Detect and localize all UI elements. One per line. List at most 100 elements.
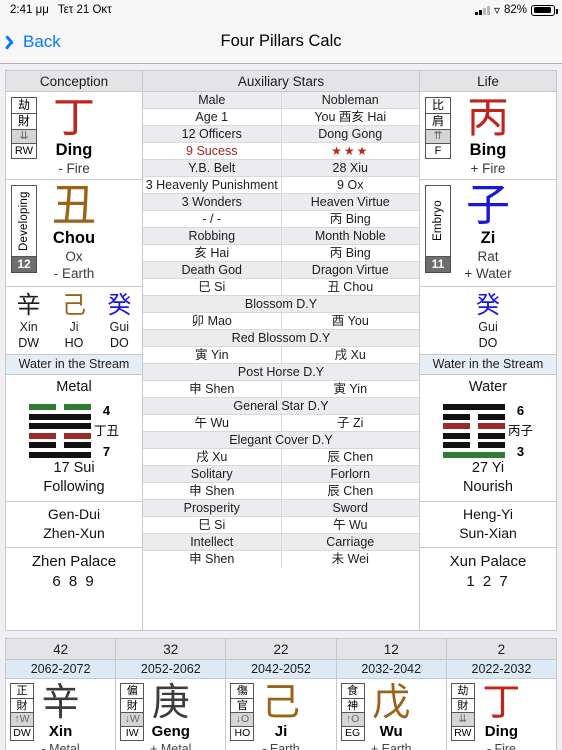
conception-branch-cell[interactable]: Developing 12 丑 Chou Ox - Earth (6, 180, 142, 287)
ten-god-char-2: 財 (11, 113, 37, 130)
life-stem-cell[interactable]: 比 肩 ⇈ F 丙 Bing + Fire (420, 92, 556, 180)
auxiliary-star-row: Red Blossom D.Y (143, 330, 419, 347)
luck-pillar[interactable]: 22022-2032劫財⇊RW丁Ding- FireExhausting10亥H… (446, 639, 557, 750)
luck-pillar-age: 12 (336, 639, 446, 660)
auxiliary-star-row: 12 Officers Dong Gong (143, 126, 419, 143)
auxiliary-star-right: 子 Zi (280, 415, 420, 431)
hidden-stem-char: 癸 (476, 291, 500, 319)
auxiliary-star-title: Post Horse D.Y (237, 365, 325, 379)
hexagram-line-solid (28, 451, 91, 458)
hexagram-meaning: Following (43, 478, 105, 495)
life-branch-cell[interactable]: Embryo 11 子 Zi Rat + Water (420, 180, 556, 287)
auxiliary-star-right: 辰 Chen (280, 449, 420, 465)
luck-pillar[interactable]: 222042-2052傷官↓OHO己Ji- EarthDeveloping12丑… (226, 639, 337, 750)
cellular-signal-icon (475, 5, 490, 15)
auxiliary-star-right: 酉 You (280, 313, 420, 329)
ten-god-char-1: 傷 (230, 683, 255, 699)
luck-pillar[interactable]: 122032-2042食神↑OEG戊Wu+ EarthEmbryo11子Zi (336, 639, 447, 750)
auxiliary-star-row: Death God Dragon Virtue (143, 262, 419, 279)
hexagram-top-number: 4 (102, 402, 111, 418)
luck-pillar-stem-cell[interactable]: 劫財 ⇊ RW 丁 Ding - Fire (447, 679, 556, 750)
luck-pillar[interactable]: 322052-2062偏財↓WIW庚Geng+ MetalBirth1寅Yin (116, 639, 227, 750)
luck-pillar-stem-badges: 劫財 ⇊ RW (450, 683, 475, 741)
hexagram-line-broken (442, 442, 505, 448)
auxiliary-star-row: 申 Shen 寅 Yin (143, 381, 419, 398)
ten-god-char-2: 肩 (425, 113, 451, 130)
ten-god-char-2: 官 (230, 697, 255, 713)
auxiliary-star-right: Nobleman (280, 92, 420, 108)
auxiliary-star-row: General Star D.Y (143, 398, 419, 415)
auxiliary-star-title: General Star D.Y (233, 399, 329, 413)
hexagram-line-segment (63, 404, 91, 410)
ten-god-code: DW (10, 726, 34, 741)
conception-hidden-stems: 辛 Xin DW 己 Ji HO 癸 Gui DO (6, 287, 142, 355)
strength-arrow-icon: ⇈ (425, 129, 451, 144)
auxiliary-star-left: 巳 Si (198, 280, 226, 294)
hexagram-line-segment (28, 423, 91, 429)
auxiliary-star-right: 9 Ox (280, 177, 420, 193)
auxiliary-star-right: 辰 Chen (280, 483, 420, 499)
hexagram-line-segment (442, 442, 470, 448)
back-button[interactable]: Back (0, 32, 61, 52)
hidden-stem-roman: Gui (109, 320, 130, 334)
auxiliary-star-left: 申 Shen (189, 382, 235, 396)
hexagram-line-segment (28, 413, 91, 420)
auxiliary-star-left: Robbing (188, 229, 236, 243)
conception-stem-cell[interactable]: 劫 財 ⇊ RW 丁 Ding - Fire (6, 92, 142, 180)
hexagram-mid-chars: 丙子 (507, 423, 533, 439)
luck-pillar-age: 22 (226, 639, 336, 660)
auxiliary-star-left: Y.B. Belt (188, 161, 236, 175)
conception-hexagram[interactable]: Metal 4 丁丑 7 17 Sui Following (6, 375, 142, 502)
life-hexagram[interactable]: Water 6 丙子 3 27 Yi Nourish (420, 375, 556, 502)
hexagram-line-broken (442, 413, 505, 420)
auxiliary-star-right: 未 Wei (280, 551, 420, 568)
ten-god-char-2: 財 (120, 697, 145, 713)
hidden-stem-code: DO (478, 336, 498, 350)
strength-arrow-icon: ↑W (10, 712, 34, 727)
conception-branch-badges: Developing 12 (11, 185, 37, 273)
hexagram-line-segment (442, 404, 505, 410)
luck-pillar-stem-cell[interactable]: 正財 ↑W DW 辛 Xin - Metal (6, 679, 115, 750)
hexagram-line-segment (28, 451, 91, 458)
auxiliary-star-right: Sword (280, 500, 420, 516)
hexagram-line-solid (442, 451, 505, 458)
luck-pillar[interactable]: 422062-2072正財↑WDW辛Xin- MetalBathing2卯Mao (6, 639, 117, 750)
auxiliary-star-row: Intellect Carriage (143, 534, 419, 551)
auxiliary-star-right: Dragon Virtue (280, 262, 420, 278)
hidden-stem-char: 己 (61, 291, 86, 319)
status-time: 2:41 μμ (10, 4, 49, 16)
life-stem-badges: 比 肩 ⇈ F (425, 97, 451, 159)
pillars-board: Conception 劫 財 ⇊ RW 丁 Ding - Fire Develo… (0, 64, 562, 631)
life-hidden-stems: 癸 Gui DO (420, 287, 556, 355)
hexagram-line-segment (442, 423, 470, 429)
page-title: Four Pillars Calc (220, 32, 342, 50)
auxiliary-star-left: Prosperity (183, 501, 240, 515)
auxiliary-star-row: 申 Shen 未 Wei (143, 551, 419, 568)
ten-god-code: RW (450, 726, 475, 741)
auxiliary-star-right: ★★★ (280, 143, 420, 159)
hexagram-line-segment (28, 404, 56, 410)
luck-pillar-stem-cell[interactable]: 食神 ↑O EG 戊 Wu + Earth (337, 679, 446, 750)
luck-pillar-stem-cell[interactable]: 傷官 ↓O HO 己 Ji - Earth (226, 679, 335, 750)
conception-nayin: Water in the Stream (6, 355, 142, 375)
luck-pillar-stem-element: + Metal (150, 742, 192, 750)
auxiliary-star-left: Male (198, 93, 226, 107)
strength-arrow-icon: ⇊ (11, 129, 37, 144)
ten-god-code: EG (340, 726, 365, 741)
auxiliary-star-left: Intellect (190, 535, 234, 549)
luck-pillar-stem-cell[interactable]: 偏財 ↓W IW 庚 Geng + Metal (116, 679, 225, 750)
hidden-stem: 己 Ji HO (51, 291, 96, 351)
auxiliary-star-row: 申 Shen 辰 Chen (143, 483, 419, 500)
life-nayin: Water in the Stream (420, 355, 556, 375)
luck-pillar-years: 2022-2032 (446, 660, 557, 679)
life-stage-number: 12 (11, 256, 37, 273)
hexagram-line-segment (477, 432, 505, 439)
hidden-stem: 癸 Gui DO (97, 291, 142, 351)
auxiliary-star-left: 3 Wonders (181, 195, 242, 209)
hexagram-bottom-number: 3 (516, 443, 525, 459)
auxiliary-star-left: Solitary (190, 467, 233, 481)
hidden-stem-code: HO (64, 336, 84, 350)
auxiliary-star-title: Red Blossom D.Y (231, 331, 331, 345)
life-stem-element: + Fire (470, 161, 506, 176)
hexagram-line-broken (442, 423, 505, 429)
